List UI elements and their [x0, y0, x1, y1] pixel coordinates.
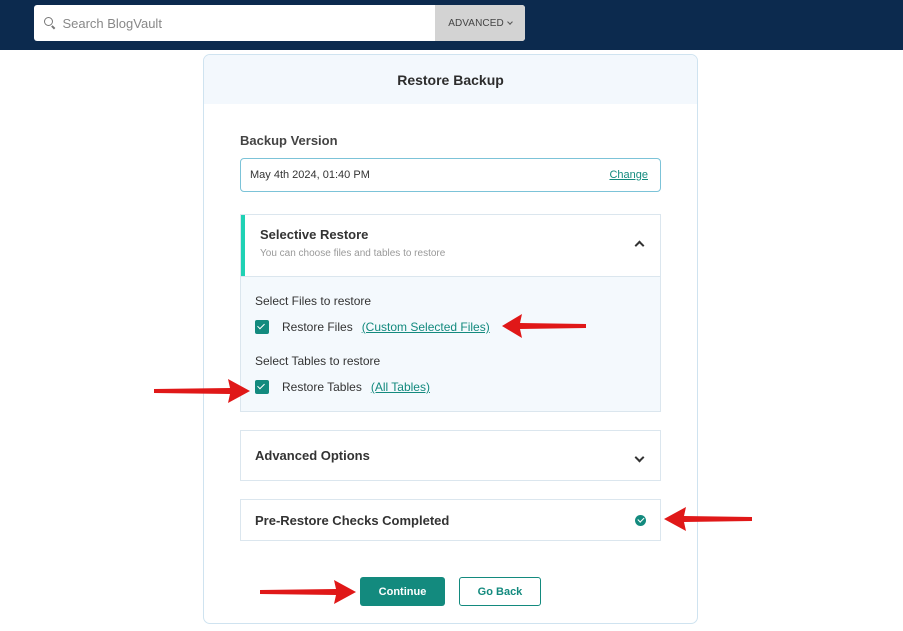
all-tables-link[interactable]: (All Tables)	[371, 380, 430, 394]
pre-restore-checks-title: Pre-Restore Checks Completed	[255, 512, 450, 528]
chevron-down-icon[interactable]	[634, 452, 645, 463]
advanced-search-label: ADVANCED	[448, 17, 504, 29]
search-field[interactable]	[34, 5, 435, 41]
go-back-button[interactable]: Go Back	[459, 577, 541, 606]
chevron-down-icon	[506, 18, 513, 25]
restore-backup-dialog: Restore Backup Backup Version May 4th 20…	[203, 54, 698, 624]
selective-restore-panel: Selective Restore You can choose files a…	[240, 214, 661, 412]
selective-restore-title: Selective Restore	[260, 227, 369, 242]
selective-restore-body: Select Files to restore Restore Files (C…	[241, 276, 660, 411]
advanced-search-button[interactable]: ADVANCED	[435, 5, 525, 41]
select-files-label: Select Files to restore	[255, 294, 372, 308]
pre-restore-checks-panel: Pre-Restore Checks Completed	[240, 499, 661, 541]
advanced-options-title: Advanced Options	[255, 448, 370, 463]
select-tables-label: Select Tables to restore	[255, 354, 381, 368]
annotation-arrow-prechecks	[664, 507, 752, 531]
restore-tables-row: Restore Tables (All Tables)	[255, 380, 660, 394]
dialog-title: Restore Backup	[204, 55, 697, 104]
restore-files-row: Restore Files (Custom Selected Files)	[255, 320, 660, 334]
change-version-link[interactable]: Change	[609, 169, 648, 181]
backup-version-label: Backup Version	[240, 133, 338, 148]
restore-files-checkbox[interactable]	[255, 320, 269, 334]
continue-button[interactable]: Continue	[360, 577, 445, 606]
restore-tables-label: Restore Tables	[282, 380, 362, 394]
backup-version-value: May 4th 2024, 01:40 PM	[250, 169, 370, 181]
custom-selected-files-link[interactable]: (Custom Selected Files)	[362, 320, 490, 334]
selective-restore-header[interactable]: Selective Restore You can choose files a…	[241, 215, 660, 276]
annotation-arrow-tables	[154, 379, 250, 403]
annotation-arrow-files	[502, 314, 586, 338]
search-icon	[44, 17, 55, 29]
selective-restore-subtitle: You can choose files and tables to resto…	[260, 248, 446, 259]
restore-tables-checkbox[interactable]	[255, 380, 269, 394]
annotation-arrow-continue	[260, 580, 356, 604]
restore-files-label: Restore Files	[282, 320, 353, 334]
backup-version-field: May 4th 2024, 01:40 PM Change	[240, 158, 661, 192]
top-nav-bar: ADVANCED	[0, 0, 903, 50]
search-bar: ADVANCED	[34, 5, 525, 41]
advanced-options-accordion[interactable]: Advanced Options	[240, 430, 661, 481]
check-circle-icon	[635, 514, 646, 526]
search-input[interactable]	[62, 15, 435, 31]
